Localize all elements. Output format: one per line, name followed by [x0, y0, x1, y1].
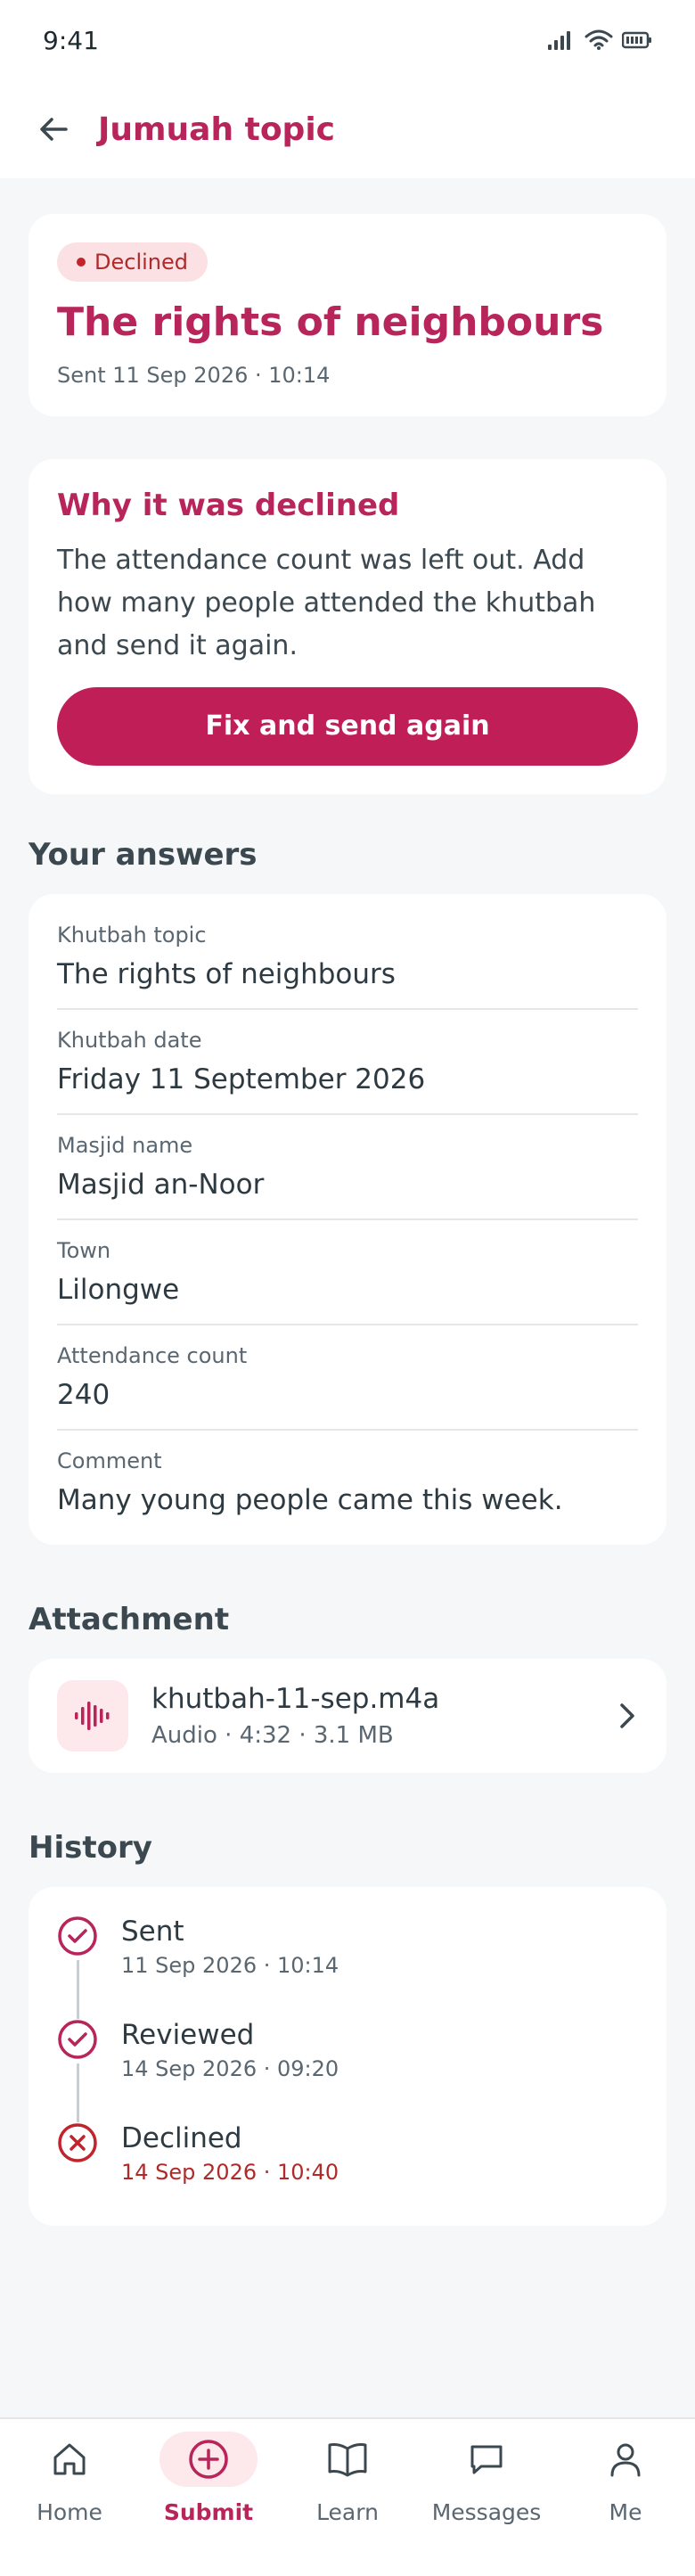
nav-label: Messages — [431, 2499, 542, 2525]
status-badge-label: Declined — [94, 250, 188, 275]
answer-label: Khutbah date — [57, 1027, 202, 1053]
battery-icon — [622, 31, 651, 49]
answer-value: The rights of neighbours — [57, 957, 396, 990]
status-time: 9:41 — [43, 25, 99, 55]
check-circle-icon — [58, 1916, 97, 1956]
answer-row: Attendance count 240 — [57, 1325, 638, 1431]
answer-row: Khutbah topic The rights of neighbours — [57, 905, 638, 1010]
answer-value: Friday 11 September 2026 — [57, 1062, 426, 1095]
back-button[interactable] — [29, 104, 78, 154]
answer-row: Khutbah date Friday 11 September 2026 — [57, 1010, 638, 1115]
history-item: Sent 11 Sep 2026 · 10:14 — [57, 1916, 638, 2019]
answer-row: Comment Many young people came this week… — [57, 1431, 638, 1534]
nav-icon-wrap — [576, 2432, 675, 2487]
history-time: 14 Sep 2026 · 10:40 — [121, 2159, 339, 2185]
main-content: Declined The rights of neighbours Sent 1… — [0, 178, 695, 2226]
attachment-text: khutbah-11-sep.m4a Audio · 4:32 · 3.1 MB — [151, 1683, 617, 1749]
history-marker — [57, 2019, 98, 2122]
attachment-heading: Attachment — [29, 1601, 230, 1637]
signal-icon — [548, 31, 570, 50]
nav-icon-wrap — [20, 2432, 119, 2487]
nav-label: Home — [37, 2499, 102, 2525]
decline-reason-text: The attendance count was left out. Add h… — [57, 544, 596, 661]
summary-card: Declined The rights of neighbours Sent 1… — [29, 214, 666, 416]
chevron-right-icon — [620, 1703, 634, 1728]
wifi-icon — [585, 29, 613, 50]
history-text: Reviewed 14 Sep 2026 · 09:20 — [121, 2019, 339, 2122]
history-text: Sent 11 Sep 2026 · 10:14 — [121, 1916, 339, 2019]
answer-value: 240 — [57, 1378, 110, 1411]
answer-label: Masjid name — [57, 1132, 193, 1158]
app-bar: Jumuah topic — [0, 80, 695, 178]
fix-and-send-button[interactable]: Fix and send again — [57, 686, 638, 766]
nav-learn[interactable]: Learn — [285, 2432, 410, 2525]
arrow-left-icon — [40, 118, 68, 141]
answers-card: Khutbah topic The rights of neighbours K… — [29, 893, 666, 1545]
nav-home[interactable]: Home — [7, 2432, 132, 2525]
person-icon — [610, 2443, 641, 2477]
answer-value: Many young people came this week. — [57, 1483, 563, 1516]
decline-heading: Why it was declined — [57, 487, 400, 523]
answers-heading: Your answers — [29, 836, 258, 873]
history-time: 11 Sep 2026 · 10:14 — [121, 1952, 339, 1978]
answer-value: Lilongwe — [57, 1273, 180, 1306]
topic-title: The rights of neighbours — [57, 299, 604, 345]
answer-label: Town — [57, 1237, 111, 1263]
page-title: Jumuah topic — [98, 111, 336, 148]
nav-label: Learn — [316, 2499, 379, 2525]
attachment-name: khutbah-11-sep.m4a — [151, 1682, 440, 1715]
answer-row: Town Lilongwe — [57, 1220, 638, 1325]
nav-messages[interactable]: Messages — [424, 2432, 549, 2525]
chat-icon — [470, 2445, 503, 2474]
check-circle-icon — [58, 2020, 97, 2059]
x-circle-icon — [58, 2123, 97, 2162]
nav-submit[interactable]: Submit — [146, 2432, 271, 2525]
history-title: Declined — [121, 2121, 242, 2154]
status-bar: 9:41 — [0, 0, 695, 80]
status-icons — [547, 29, 652, 51]
status-badge: Declined — [57, 242, 208, 282]
answer-label: Comment — [57, 1448, 162, 1473]
status-dot-icon — [77, 258, 86, 267]
nav-label: Me — [609, 2499, 642, 2525]
history-title: Sent — [121, 1915, 184, 1948]
nav-me[interactable]: Me — [563, 2432, 688, 2525]
bottom-nav: Home Submit Learn Messages Me — [0, 2417, 695, 2576]
history-title: Reviewed — [121, 2018, 255, 2051]
answer-label: Khutbah topic — [57, 922, 207, 948]
answer-label: Attendance count — [57, 1342, 248, 1368]
audio-waveform-icon — [57, 1679, 128, 1752]
nav-icon-wrap — [437, 2432, 536, 2487]
history-heading: History — [29, 1829, 152, 1866]
history-item: Reviewed 14 Sep 2026 · 09:20 — [57, 2019, 638, 2122]
attachment-meta: Audio · 4:32 · 3.1 MB — [151, 1721, 394, 1749]
nav-icon-wrap — [298, 2432, 397, 2487]
book-icon — [328, 2443, 367, 2477]
history-card: Sent 11 Sep 2026 · 10:14 Reviewed 14 Sep… — [29, 1886, 666, 2226]
history-time: 14 Sep 2026 · 09:20 — [121, 2055, 339, 2081]
timeline-connector — [76, 1959, 79, 2019]
answer-row: Masjid name Masjid an-Noor — [57, 1115, 638, 1220]
sent-timestamp: Sent 11 Sep 2026 · 10:14 — [57, 362, 331, 388]
attachment-item[interactable]: khutbah-11-sep.m4a Audio · 4:32 · 3.1 MB — [29, 1658, 666, 1773]
home-icon — [53, 2443, 86, 2475]
history-item: Declined 14 Sep 2026 · 10:40 — [57, 2122, 638, 2204]
nav-icon-wrap — [159, 2432, 258, 2487]
history-marker — [57, 1916, 98, 2019]
answer-value: Masjid an-Noor — [57, 1168, 265, 1201]
history-marker — [57, 2122, 98, 2204]
decline-reason-card: Why it was declined The attendance count… — [29, 458, 666, 794]
timeline-connector — [76, 2063, 79, 2122]
plus-circle-icon — [189, 2440, 228, 2479]
history-text: Declined 14 Sep 2026 · 10:40 — [121, 2122, 339, 2204]
nav-label: Submit — [163, 2499, 254, 2525]
